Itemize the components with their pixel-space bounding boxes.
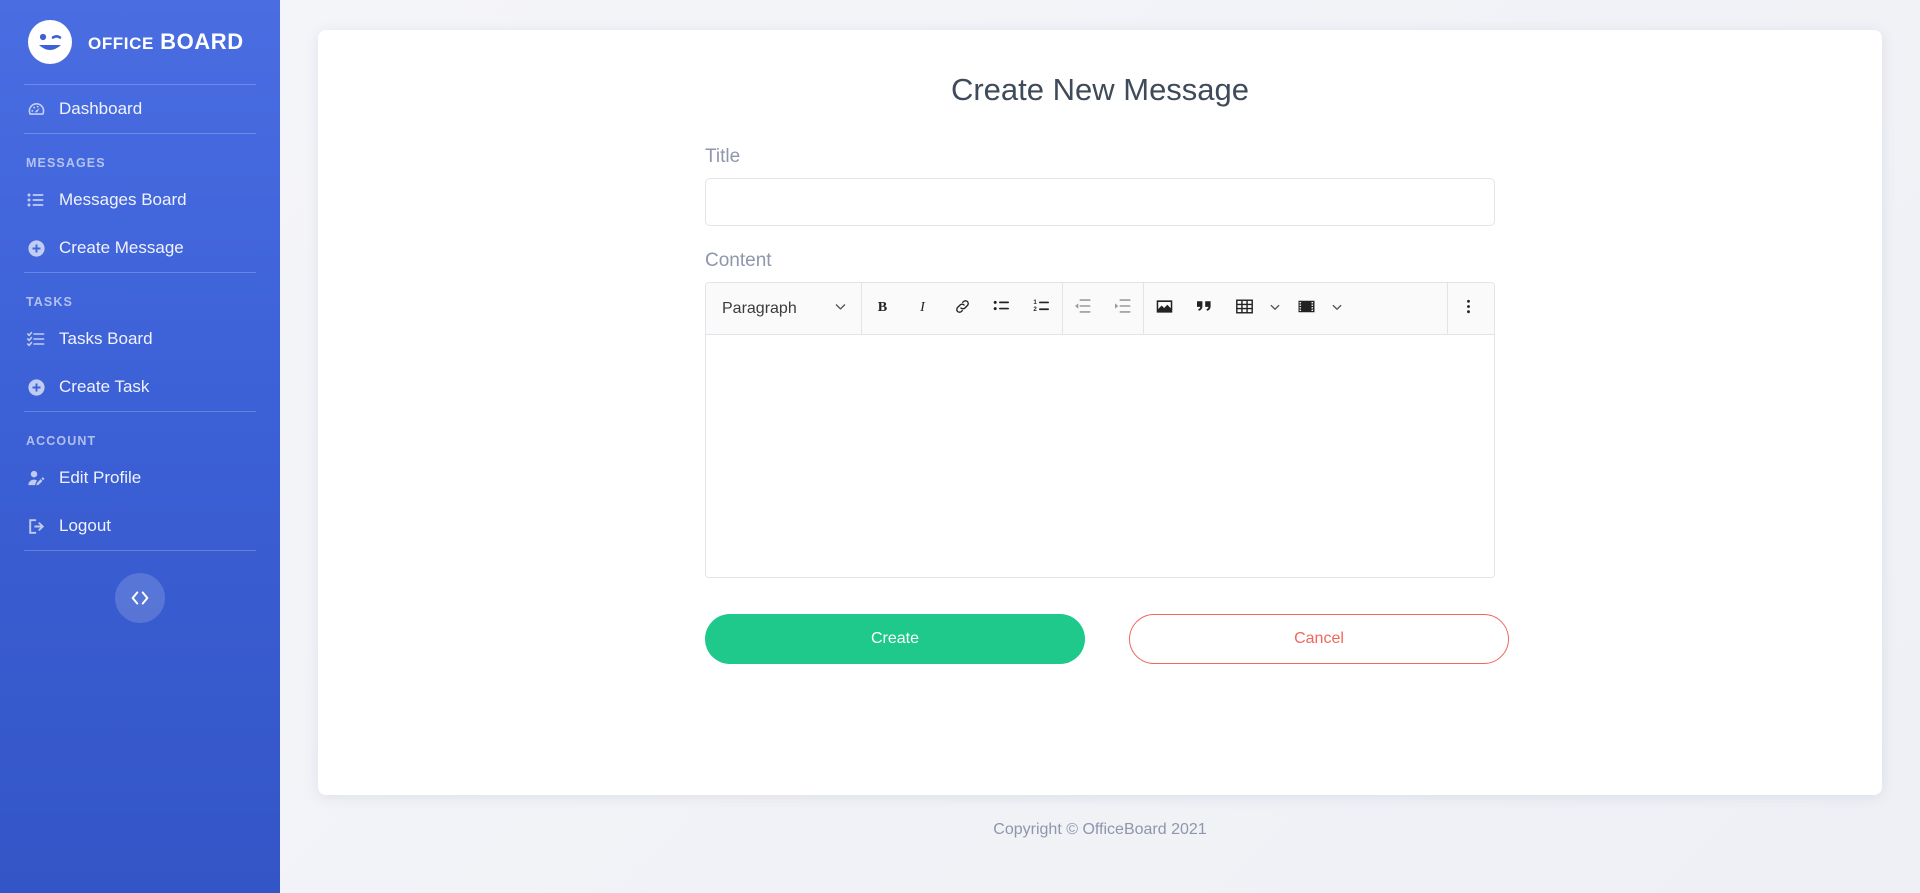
blockquote-icon <box>1195 297 1213 320</box>
form-actions: Create Cancel <box>705 614 1509 664</box>
content-editor-body[interactable] <box>706 335 1494 577</box>
create-button[interactable]: Create <box>705 614 1085 664</box>
bold-icon: B <box>874 298 891 320</box>
link-icon <box>954 298 971 320</box>
sidebar-item-create-task[interactable]: Create Task <box>0 363 280 411</box>
create-message-form: Title Content Paragraph B I 1 2 Create C… <box>705 146 1509 664</box>
content-field-label: Content <box>705 250 772 271</box>
brand-name: OFFICE BOARD <box>88 29 244 55</box>
sidebar-item-create-message[interactable]: Create Message <box>0 224 280 272</box>
sidebar-item-tasks-board[interactable]: Tasks Board <box>0 315 280 363</box>
plus-circle-icon <box>26 238 46 258</box>
title-field-label: Title <box>705 146 741 167</box>
media-video-icon <box>1297 297 1316 321</box>
sidebar-item-label: Tasks Board <box>59 329 153 348</box>
svg-text:I: I <box>919 299 926 315</box>
numbered-list-button[interactable]: 1 2 <box>1022 283 1062 334</box>
sidebar-item-label: Edit Profile <box>59 468 142 487</box>
dashboard-gauge-icon <box>26 99 46 119</box>
sidebar-item-messages-board[interactable]: Messages Board <box>0 176 280 224</box>
table-dropdown-caret[interactable] <box>1264 283 1286 334</box>
sidebar-item-label: Dashboard <box>59 99 143 118</box>
list-icon <box>26 190 46 210</box>
table-icon <box>1235 297 1254 321</box>
create-message-card: Create New Message Title Content Paragra… <box>318 30 1882 795</box>
indent-icon <box>1114 297 1132 320</box>
link-button[interactable] <box>942 283 982 334</box>
wink-smiley-icon <box>26 18 74 66</box>
svg-text:2: 2 <box>1033 306 1037 313</box>
bullet-list-icon <box>993 297 1011 320</box>
checklist-icon <box>26 329 46 349</box>
bold-button[interactable]: B <box>862 283 902 334</box>
image-button[interactable] <box>1144 283 1184 334</box>
chevron-down-icon <box>1269 300 1281 318</box>
sidebar-section-tasks: TASKS <box>26 295 73 309</box>
page-title: Create New Message <box>950 72 1250 107</box>
media-button[interactable] <box>1286 283 1326 334</box>
title-field-block: Title <box>705 146 1495 226</box>
cancel-button[interactable]: Cancel <box>1129 614 1509 664</box>
kebab-menu-icon <box>1460 298 1477 320</box>
blockquote-button[interactable] <box>1184 283 1224 334</box>
format-select[interactable]: Paragraph <box>706 283 861 334</box>
brand-name-part1: OFFICE <box>88 34 154 53</box>
app-root: OFFICE BOARD Dashboard MESSAGES Messages… <box>0 0 1920 893</box>
main-content: Create New Message Title Content Paragra… <box>280 0 1920 893</box>
sidebar-section-account: ACCOUNT <box>26 434 97 448</box>
sidebar-item-edit-profile[interactable]: Edit Profile <box>0 454 280 502</box>
sidebar: OFFICE BOARD Dashboard MESSAGES Messages… <box>0 0 280 893</box>
sidebar-item-dashboard[interactable]: Dashboard <box>0 85 280 133</box>
table-button[interactable] <box>1224 283 1264 334</box>
outdent-icon <box>1074 297 1092 320</box>
italic-icon: I <box>914 298 931 320</box>
plus-circle-icon <box>26 377 46 397</box>
italic-button[interactable]: I <box>902 283 942 334</box>
media-dropdown-caret[interactable] <box>1326 283 1348 334</box>
rich-text-editor: Paragraph B I 1 2 <box>705 282 1495 578</box>
editor-toolbar: Paragraph B I 1 2 <box>706 283 1494 335</box>
sidebar-item-label: Create Task <box>59 377 150 396</box>
bullet-list-button[interactable] <box>982 283 1022 334</box>
chevron-down-icon <box>834 300 847 318</box>
sidebar-section-messages: MESSAGES <box>26 156 106 170</box>
brand-logo-block[interactable]: OFFICE BOARD <box>0 0 280 84</box>
code-badge-wrap <box>0 551 280 623</box>
logout-icon <box>26 516 46 536</box>
sidebar-item-label: Messages Board <box>59 190 187 209</box>
image-icon <box>1155 297 1174 321</box>
outdent-button[interactable] <box>1063 283 1103 334</box>
sidebar-item-label: Create Message <box>59 238 184 257</box>
numbered-list-icon: 1 2 <box>1033 297 1051 320</box>
sidebar-item-logout[interactable]: Logout <box>0 502 280 550</box>
brand-name-part2: BOARD <box>160 29 244 54</box>
more-options-button[interactable] <box>1448 283 1488 334</box>
user-edit-icon <box>26 468 46 488</box>
content-field-block: Content Paragraph B I 1 2 <box>705 250 1495 578</box>
title-input[interactable] <box>705 178 1495 226</box>
footer-copyright: Copyright © OfficeBoard 2021 <box>993 821 1207 838</box>
chevron-down-icon <box>1331 300 1343 318</box>
code-brackets-icon[interactable] <box>115 573 165 623</box>
svg-text:B: B <box>877 299 887 315</box>
format-select-value: Paragraph <box>722 299 797 317</box>
sidebar-item-label: Logout <box>59 516 111 535</box>
indent-button[interactable] <box>1103 283 1143 334</box>
